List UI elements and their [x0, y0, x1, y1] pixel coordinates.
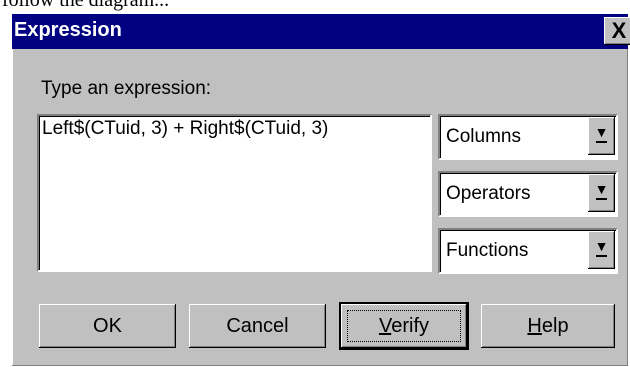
columns-dropdown-button[interactable]: ▼: [588, 117, 615, 155]
chevron-down-icon: ▼: [594, 124, 609, 140]
chevron-down-icon: ▼: [594, 181, 609, 197]
verify-label-rest: erify: [391, 315, 430, 337]
functions-dropdown[interactable]: Functions ▼: [438, 228, 618, 274]
verify-mnemonic: V: [378, 315, 392, 337]
functions-dropdown-value: Functions: [446, 240, 529, 261]
dialog-title: Expression: [14, 19, 122, 41]
help-label-rest: elp: [541, 315, 569, 337]
page-top-text: follow the diagram...: [2, 0, 170, 11]
cancel-button[interactable]: Cancel: [189, 304, 326, 348]
title-bar[interactable]: Expression X: [12, 14, 630, 49]
expression-dialog: Expression X Type an expression: Left$(C…: [12, 14, 630, 366]
ok-button[interactable]: OK: [39, 304, 176, 348]
verify-button[interactable]: Verify: [341, 304, 467, 348]
columns-dropdown-value: Columns: [446, 126, 521, 147]
expression-input[interactable]: Left$(CTuid, 3) + Right$(CTuid, 3): [37, 114, 432, 272]
verify-label: Verify: [379, 315, 429, 337]
help-button[interactable]: Help: [481, 304, 615, 348]
chevron-down-icon: ▼: [594, 238, 609, 254]
arrow-underline: [596, 198, 607, 200]
close-button[interactable]: X: [604, 17, 630, 45]
functions-dropdown-button[interactable]: ▼: [588, 231, 615, 269]
prompt-label: Type an expression:: [41, 78, 212, 99]
operators-dropdown[interactable]: Operators ▼: [438, 171, 618, 217]
page: follow the diagram... Expression X Type …: [0, 0, 630, 367]
columns-dropdown[interactable]: Columns ▼: [438, 114, 618, 160]
operators-dropdown-button[interactable]: ▼: [588, 174, 615, 212]
help-label: Help: [527, 315, 568, 337]
help-mnemonic: H: [527, 315, 542, 337]
close-icon: X: [611, 18, 627, 43]
operators-dropdown-value: Operators: [446, 183, 531, 204]
arrow-underline: [596, 255, 607, 257]
arrow-underline: [596, 141, 607, 143]
expression-value: Left$(CTuid, 3) + Right$(CTuid, 3): [42, 118, 329, 139]
